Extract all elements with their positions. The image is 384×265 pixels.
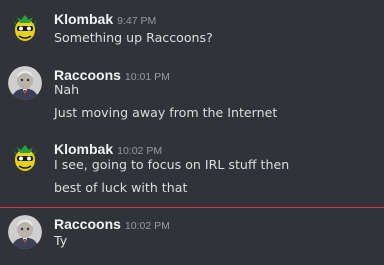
message-header: Raccoons 10:02 PM: [54, 214, 170, 233]
message-group: Klombak 9:47 PM Something up Raccoons?: [0, 0, 384, 55]
username[interactable]: Raccoons: [54, 67, 121, 83]
timestamp: 10:02 PM: [124, 220, 170, 232]
message-text: Just moving away from the Internet: [54, 105, 278, 120]
message-text: I see, going to focus on IRL stuff then: [54, 157, 290, 172]
message-group: Raccoons 10:01 PM Nah Just moving away fr…: [0, 60, 384, 130]
timestamp: 10:02 PM: [117, 145, 163, 157]
message-text: Ty: [54, 233, 68, 248]
message-text: Something up Raccoons?: [54, 30, 213, 45]
message-header: Klombak 10:02 PM: [54, 139, 162, 158]
username[interactable]: Raccoons: [54, 216, 121, 232]
klombak-avatar-icon[interactable]: [8, 11, 42, 45]
raccoons-avatar-icon[interactable]: [8, 215, 42, 249]
timestamp: 10:01 PM: [124, 71, 170, 83]
username[interactable]: Klombak: [54, 141, 113, 157]
raccoons-avatar-icon[interactable]: [8, 66, 42, 100]
timestamp: 9:47 PM: [117, 15, 157, 27]
message-group: Raccoons 10:02 PM Ty: [0, 212, 384, 265]
message-group: Klombak 10:02 PM I see, going to focus on…: [0, 136, 384, 204]
message-text: Nah: [54, 82, 80, 97]
new-messages-divider: [0, 207, 384, 208]
message-text: best of luck with that: [54, 180, 188, 195]
username[interactable]: Klombak: [54, 11, 113, 27]
klombak-avatar-icon[interactable]: [8, 141, 42, 175]
message-header: Klombak 9:47 PM: [54, 9, 156, 28]
